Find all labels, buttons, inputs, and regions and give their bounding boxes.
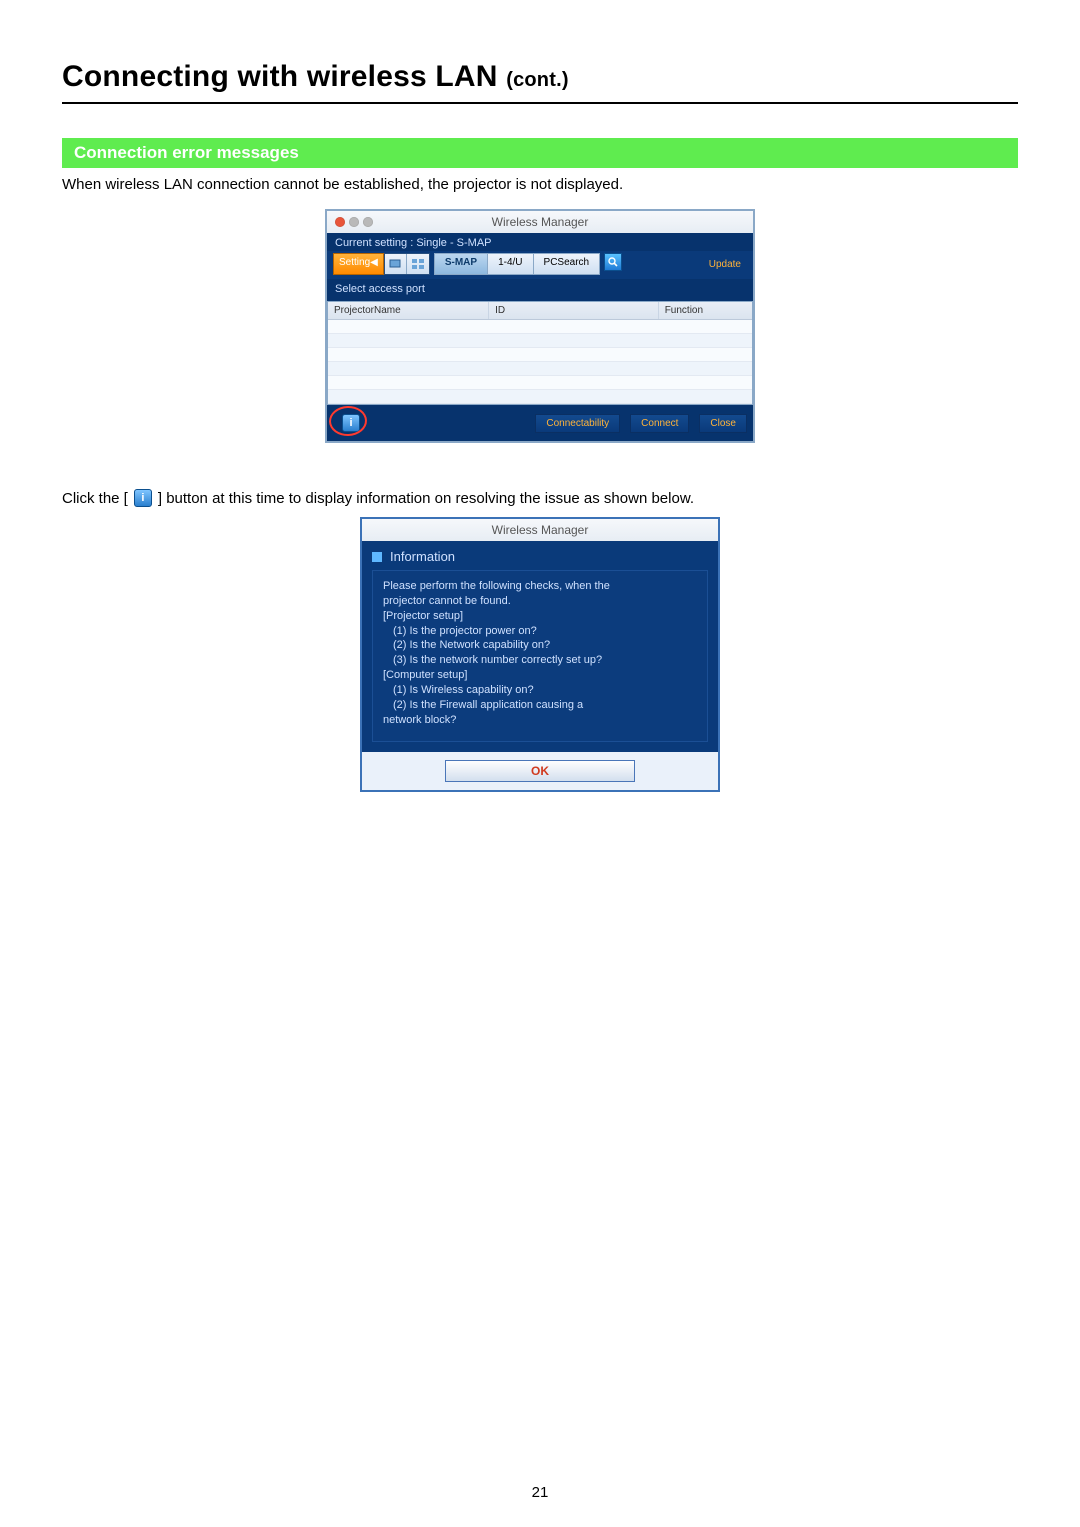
bottom-bar: i Connectability Connect Close: [327, 405, 753, 441]
msg-line: (2) Is the Firewall application causing …: [383, 698, 697, 713]
info-icon: i: [134, 489, 152, 507]
info-button-highlight: i: [333, 409, 369, 437]
dialog-footer: OK: [362, 752, 718, 790]
table-row: [328, 376, 752, 390]
ok-button[interactable]: OK: [445, 760, 635, 782]
click-instruction: Click the [ i ] button at this time to d…: [62, 489, 1018, 507]
chevron-left-icon: ◀: [370, 257, 378, 268]
dialog-title: Wireless Manager: [362, 519, 718, 541]
msg-line: (1) Is the projector power on?: [383, 624, 697, 639]
title-main: Connecting with wireless LAN: [62, 60, 498, 93]
dialog-header-text: Information: [390, 549, 455, 564]
mode-multi-icon[interactable]: [407, 254, 429, 274]
dialog-header: Information: [372, 549, 708, 564]
update-link[interactable]: Update: [709, 259, 747, 270]
setting-button-label: Setting: [339, 257, 370, 268]
click-pre: Click the [: [62, 490, 128, 507]
page-title: Connecting with wireless LAN (cont.): [62, 60, 1018, 94]
msg-line: (2) Is the Network capability on?: [383, 638, 697, 653]
table-row: [328, 348, 752, 362]
window-title: Wireless Manager: [327, 215, 753, 229]
tab-pcsearch[interactable]: PCSearch: [534, 253, 601, 275]
title-cont: (cont.): [506, 69, 569, 91]
setting-button[interactable]: Setting◀: [333, 253, 384, 275]
msg-line: network block?: [383, 713, 697, 728]
square-bullet-icon: [372, 552, 382, 562]
col-id: ID: [489, 302, 659, 319]
window-titlebar: Wireless Manager: [327, 211, 753, 233]
table-row: [328, 362, 752, 376]
table-row: [328, 320, 752, 334]
search-tabs: S-MAP 1-4/U PCSearch: [434, 253, 600, 275]
msg-line: (1) Is Wireless capability on?: [383, 683, 697, 698]
title-rule: [62, 102, 1018, 104]
tab-smap[interactable]: S-MAP: [434, 253, 488, 275]
msg-line: [Projector setup]: [383, 609, 697, 624]
table-rows: [328, 320, 752, 404]
msg-line: [Computer setup]: [383, 668, 697, 683]
msg-line: Please perform the following checks, whe…: [383, 579, 697, 594]
tab-1-4-u[interactable]: 1-4/U: [488, 253, 533, 275]
col-projector-name: ProjectorName: [328, 302, 489, 319]
msg-line: (3) Is the network number correctly set …: [383, 653, 697, 668]
information-dialog: Wireless Manager Information Please perf…: [360, 517, 720, 792]
col-function: Function: [659, 302, 752, 319]
connectability-button[interactable]: Connectability: [535, 414, 620, 433]
wireless-manager-window: Wireless Manager Current setting : Singl…: [325, 209, 755, 443]
page-number: 21: [0, 1484, 1080, 1501]
info-button[interactable]: i: [342, 414, 360, 432]
connect-button[interactable]: Connect: [630, 414, 689, 433]
close-button[interactable]: Close: [699, 414, 747, 433]
projector-table: ProjectorName ID Function: [327, 301, 753, 405]
table-row: [328, 334, 752, 348]
mode-single-icon[interactable]: [385, 254, 407, 274]
mode-segmented[interactable]: [384, 253, 430, 275]
table-header: ProjectorName ID Function: [328, 302, 752, 320]
msg-line: projector cannot be found.: [383, 594, 697, 609]
current-setting-label: Current setting : Single - S-MAP: [327, 233, 753, 251]
table-row: [328, 390, 752, 404]
dialog-message: Please perform the following checks, whe…: [372, 570, 708, 742]
select-access-port-label: Select access port: [327, 279, 753, 301]
search-icon[interactable]: [604, 253, 622, 271]
click-post: ] button at this time to display informa…: [158, 490, 694, 507]
section-header: Connection error messages: [62, 138, 1018, 168]
intro-text: When wireless LAN connection cannot be e…: [62, 176, 1018, 193]
